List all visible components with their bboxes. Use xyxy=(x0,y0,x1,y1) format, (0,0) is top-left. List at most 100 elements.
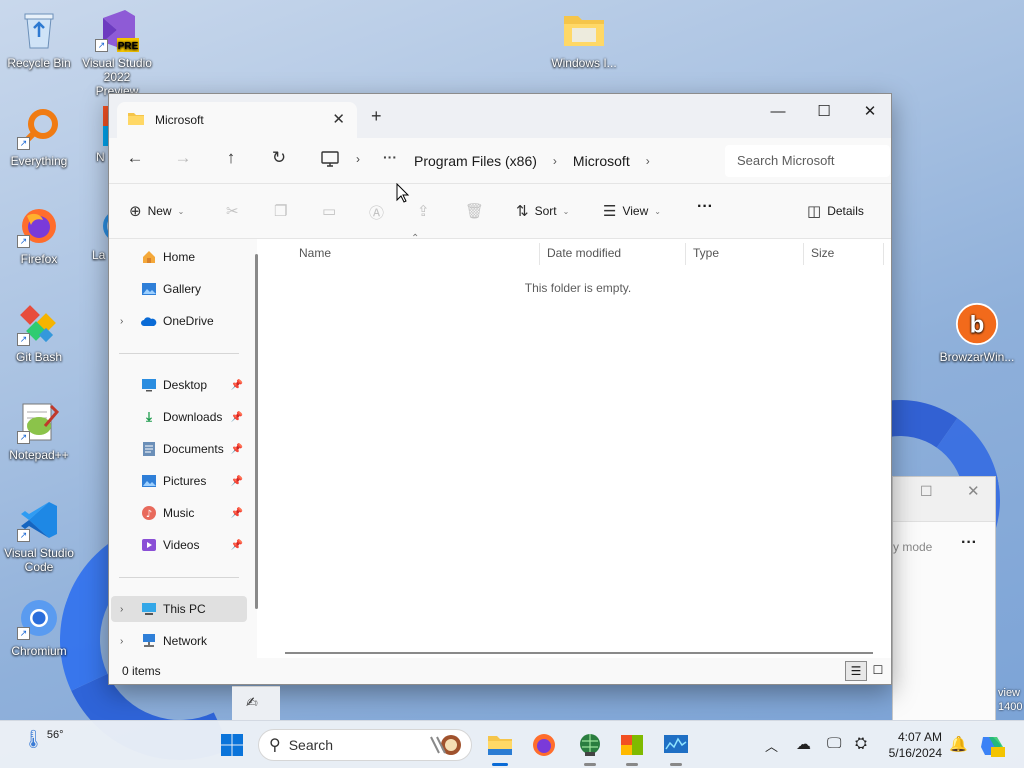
pin-icon[interactable]: 📌 xyxy=(231,444,243,455)
chevron-right-icon[interactable]: › xyxy=(120,316,123,327)
this-pc-icon xyxy=(141,601,157,617)
pin-icon[interactable]: 📌 xyxy=(231,540,243,551)
desktop-icon-windows-folder[interactable]: Windows I... xyxy=(548,8,620,70)
desktop-icon-visual-studio-preview[interactable]: PRE ↗ Visual Studio 2022 Preview xyxy=(81,8,153,98)
pin-icon[interactable]: 📌 xyxy=(231,508,243,519)
details-pane-icon: ◫ xyxy=(807,203,822,220)
maximize-button[interactable]: ☐ xyxy=(801,98,847,126)
share-button[interactable]: ⇪ xyxy=(417,202,430,220)
details-pane-button[interactable]: ◫ Details xyxy=(807,202,864,220)
firefox-icon: ↗ xyxy=(17,204,61,248)
close-window-button[interactable]: ✕ xyxy=(847,98,893,126)
copilot-preview-button[interactable] xyxy=(978,729,1006,761)
paste-button[interactable]: ▭ xyxy=(322,202,336,220)
details-view-button[interactable]: ☰ xyxy=(845,661,867,681)
column-header-date-modified[interactable]: Date modified xyxy=(539,239,685,267)
sidebar-item-documents[interactable]: Documents 📌 xyxy=(111,436,247,462)
start-button[interactable] xyxy=(216,729,248,761)
this-pc-monitor-icon[interactable] xyxy=(321,151,339,170)
sidebar-item-network[interactable]: › Network xyxy=(111,628,247,654)
sidebar-item-desktop[interactable]: Desktop 📌 xyxy=(111,372,247,398)
desktop-icon-git-bash[interactable]: ↗ Git Bash xyxy=(3,302,75,364)
maximize-icon[interactable]: ☐ xyxy=(920,483,933,500)
up-button[interactable]: ↑ xyxy=(217,148,245,168)
column-header-type[interactable]: Type xyxy=(685,239,803,267)
copy-button[interactable]: ❐ xyxy=(274,202,287,220)
back-button[interactable]: ← xyxy=(121,148,149,168)
sidebar-item-pictures[interactable]: Pictures 📌 xyxy=(111,468,247,494)
desktop-icon-recycle-bin[interactable]: Recycle Bin xyxy=(3,8,75,70)
desktop-icon-firefox[interactable]: ↗ Firefox xyxy=(3,204,75,266)
sidebar-item-downloads[interactable]: ⤓ Downloads 📌 xyxy=(111,404,247,430)
view-button[interactable]: ☰ View ⌄ xyxy=(603,202,661,220)
see-more-button[interactable]: ··· xyxy=(697,198,713,216)
desktop-icon-vscode[interactable]: ↗ Visual Studio Code xyxy=(3,498,75,574)
taskbar-globe-app[interactable] xyxy=(574,729,606,766)
new-button[interactable]: ⊕ New ⌄ xyxy=(129,202,184,220)
sidebar-item-gallery[interactable]: Gallery xyxy=(111,276,247,302)
taskbar-search-box[interactable]: ⚲ Search xyxy=(258,729,472,761)
column-header-name[interactable]: Name xyxy=(291,239,539,267)
refresh-button[interactable]: ↻ xyxy=(265,148,293,168)
taskbar-file-explorer[interactable] xyxy=(484,729,516,766)
large-icons-view-button[interactable]: ☐ xyxy=(867,661,889,681)
breadcrumb-overflow-icon[interactable]: ··· xyxy=(383,149,397,165)
notification-bell-icon[interactable]: 🔔 xyxy=(949,735,968,753)
display-icon[interactable]: 🖵 xyxy=(827,735,841,752)
breadcrumb-chevron-icon[interactable]: › xyxy=(553,154,557,168)
breadcrumb-microsoft[interactable]: Microsoft xyxy=(573,153,630,169)
rename-button[interactable]: Ⓐ xyxy=(369,202,384,223)
scissors-icon: ✂ xyxy=(226,203,239,220)
sidebar-item-music[interactable]: ♪ Music 📌 xyxy=(111,500,247,526)
sidebar-item-videos[interactable]: Videos 📌 xyxy=(111,532,247,558)
taskbar-office-app[interactable] xyxy=(616,729,648,766)
cloud-offline-icon[interactable]: ☁ xyxy=(796,735,811,753)
weather-widget[interactable]: 🌡 56° xyxy=(22,729,64,750)
navigation-scrollbar[interactable] xyxy=(255,254,258,609)
delete-button[interactable]: 🗑 xyxy=(465,202,484,220)
desktop-icon-partial-la[interactable]: La xyxy=(86,204,108,262)
chevron-right-icon[interactable]: › xyxy=(120,604,123,615)
cut-button[interactable]: ✂ xyxy=(226,202,239,220)
column-divider[interactable] xyxy=(883,243,884,265)
pin-icon[interactable]: 📌 xyxy=(231,380,243,391)
pen-icon[interactable]: ✍ xyxy=(246,694,258,711)
taskbar-firefox[interactable] xyxy=(528,729,560,761)
sidebar-item-onedrive[interactable]: › OneDrive xyxy=(111,308,247,334)
horizontal-scrollbar[interactable] xyxy=(285,652,873,654)
more-options-icon[interactable]: ··· xyxy=(961,534,977,552)
minimize-button[interactable]: — xyxy=(755,98,801,126)
close-tab-icon[interactable]: ✕ xyxy=(332,110,345,128)
breadcrumb-chevron-icon[interactable]: › xyxy=(646,154,650,168)
desktop-icon-partial-n[interactable]: N xyxy=(86,106,108,164)
sidebar-item-this-pc[interactable]: › This PC xyxy=(111,596,247,622)
desktop-icon-notepad-plus-plus[interactable]: ↗ Notepad++ xyxy=(3,400,75,462)
everything-icon: ↗ xyxy=(17,106,61,150)
chevron-up-icon[interactable]: ︿ xyxy=(765,736,778,755)
desktop-icon-everything[interactable]: ↗ Everything xyxy=(3,106,75,168)
chevron-right-icon[interactable]: › xyxy=(120,636,123,647)
desktop-icon-chromium[interactable]: ↗ Chromium xyxy=(3,596,75,658)
forward-button[interactable]: → xyxy=(169,148,197,168)
partial-app-icon xyxy=(86,204,108,248)
pin-icon[interactable]: 📌 xyxy=(231,476,243,487)
thermometer-icon: 🌡 xyxy=(22,729,45,749)
new-tab-button[interactable]: + xyxy=(371,106,382,127)
network-status-icon[interactable]: ⛭ xyxy=(855,735,867,752)
file-list: ⌃ Name Date modified Type Size This fold… xyxy=(265,233,891,659)
column-header-size[interactable]: Size xyxy=(803,239,883,267)
sidebar-item-home[interactable]: Home xyxy=(111,244,247,270)
breadcrumb-program-files-x86[interactable]: Program Files (x86) xyxy=(414,153,537,169)
performance-monitor-icon xyxy=(664,735,688,753)
background-window[interactable]: ☐ ✕ y mode ··· xyxy=(892,476,996,722)
breadcrumb-chevron-icon[interactable]: › xyxy=(356,152,360,166)
pin-icon[interactable]: 📌 xyxy=(231,412,243,423)
tab-microsoft[interactable]: Microsoft ✕ xyxy=(117,102,357,138)
clock[interactable]: 4:07 AM 5/16/2024 xyxy=(884,729,942,761)
desktop-icon-browzar[interactable]: b BrowzarWin... xyxy=(938,302,1016,364)
search-input[interactable]: Search Microsoft xyxy=(725,145,890,177)
close-icon[interactable]: ✕ xyxy=(967,482,980,500)
sort-button[interactable]: ⇅ Sort ⌄ xyxy=(516,202,569,220)
file-explorer-window[interactable]: Microsoft ✕ + — ☐ ✕ ← → ↑ ↻ › ··· Progra… xyxy=(108,93,892,685)
taskbar-monitor-app[interactable] xyxy=(660,729,692,766)
